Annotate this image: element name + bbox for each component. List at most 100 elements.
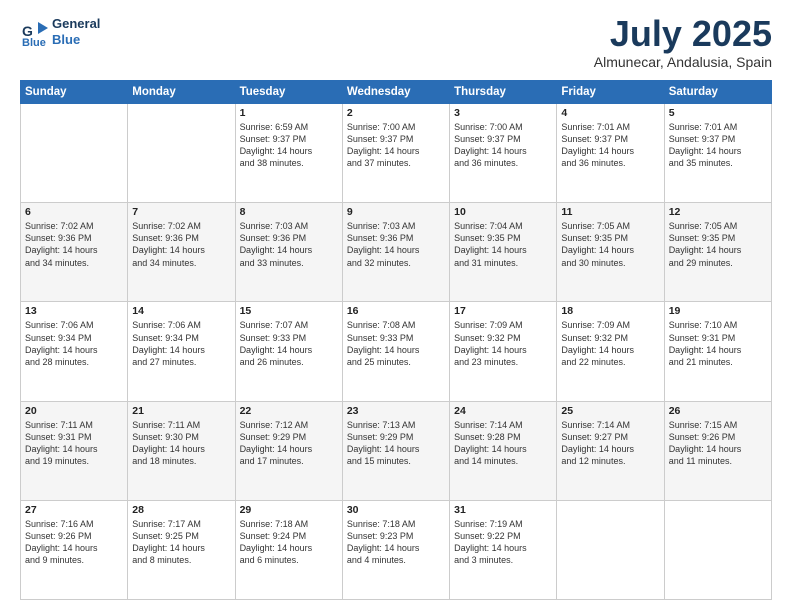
- day-info: Sunrise: 7:11 AM Sunset: 9:31 PM Dayligh…: [25, 419, 123, 468]
- day-number: 23: [347, 405, 445, 417]
- day-cell: 13 Sunrise: 7:06 AM Sunset: 9:34 PM Dayli…: [21, 302, 128, 401]
- day-info: Sunrise: 7:14 AM Sunset: 9:27 PM Dayligh…: [561, 419, 659, 468]
- day-info: Sunrise: 7:09 AM Sunset: 9:32 PM Dayligh…: [454, 319, 552, 368]
- day-cell: 2 Sunrise: 7:00 AM Sunset: 9:37 PM Daylig…: [342, 104, 449, 203]
- day-cell: [128, 104, 235, 203]
- day-cell: 3 Sunrise: 7:00 AM Sunset: 9:37 PM Daylig…: [450, 104, 557, 203]
- day-cell: 26 Sunrise: 7:15 AM Sunset: 9:26 PM Dayli…: [664, 401, 771, 500]
- day-cell: 20Sunrise: 7:11 AM Sunset: 9:31 PM Dayli…: [21, 401, 128, 500]
- week-row-4: 20Sunrise: 7:11 AM Sunset: 9:31 PM Dayli…: [21, 401, 772, 500]
- day-info: Sunrise: 7:15 AM Sunset: 9:26 PM Dayligh…: [669, 419, 767, 468]
- day-info: Sunrise: 7:02 AM Sunset: 9:36 PM Dayligh…: [25, 220, 123, 269]
- col-header-thursday: Thursday: [450, 81, 557, 104]
- day-info: Sunrise: 7:02 AM Sunset: 9:36 PM Dayligh…: [132, 220, 230, 269]
- day-info: Sunrise: 7:06 AM Sunset: 9:34 PM Dayligh…: [132, 319, 230, 368]
- day-cell: 22 Sunrise: 7:12 AM Sunset: 9:29 PM Dayli…: [235, 401, 342, 500]
- day-cell: 5Sunrise: 7:01 AM Sunset: 9:37 PM Daylig…: [664, 104, 771, 203]
- day-number: 25: [561, 405, 659, 417]
- week-row-5: 27 Sunrise: 7:16 AM Sunset: 9:26 PM Dayli…: [21, 500, 772, 599]
- col-header-monday: Monday: [128, 81, 235, 104]
- day-number: 16: [347, 305, 445, 317]
- title-block: July 2025 Almunecar, Andalusia, Spain: [594, 16, 772, 70]
- day-cell: 11 Sunrise: 7:05 AM Sunset: 9:35 PM Dayli…: [557, 203, 664, 302]
- day-cell: 28 Sunrise: 7:17 AM Sunset: 9:25 PM Dayli…: [128, 500, 235, 599]
- week-row-2: 6 Sunrise: 7:02 AM Sunset: 9:36 PM Daylig…: [21, 203, 772, 302]
- day-cell: 18Sunrise: 7:09 AM Sunset: 9:32 PM Dayli…: [557, 302, 664, 401]
- day-number: 10: [454, 206, 552, 218]
- day-cell: [557, 500, 664, 599]
- day-info: Sunrise: 7:04 AM Sunset: 9:35 PM Dayligh…: [454, 220, 552, 269]
- page: G Blue General Blue July 2025 Almunecar,…: [0, 0, 792, 612]
- day-cell: 14Sunrise: 7:06 AM Sunset: 9:34 PM Dayli…: [128, 302, 235, 401]
- day-cell: 27 Sunrise: 7:16 AM Sunset: 9:26 PM Dayli…: [21, 500, 128, 599]
- day-number: 3: [454, 107, 552, 119]
- day-info: Sunrise: 6:59 AM Sunset: 9:37 PM Dayligh…: [240, 121, 338, 170]
- day-cell: [21, 104, 128, 203]
- header: G Blue General Blue July 2025 Almunecar,…: [20, 16, 772, 70]
- day-number: 4: [561, 107, 659, 119]
- logo-text-blue: Blue: [52, 32, 100, 48]
- day-number: 5: [669, 107, 767, 119]
- calendar-header-row: SundayMondayTuesdayWednesdayThursdayFrid…: [21, 81, 772, 104]
- logo-icon: G Blue: [20, 18, 48, 46]
- day-info: Sunrise: 7:19 AM Sunset: 9:22 PM Dayligh…: [454, 518, 552, 567]
- day-cell: 25 Sunrise: 7:14 AM Sunset: 9:27 PM Dayli…: [557, 401, 664, 500]
- day-number: 13: [25, 305, 123, 317]
- day-cell: 30Sunrise: 7:18 AM Sunset: 9:23 PM Dayli…: [342, 500, 449, 599]
- day-number: 9: [347, 206, 445, 218]
- day-info: Sunrise: 7:16 AM Sunset: 9:26 PM Dayligh…: [25, 518, 123, 567]
- day-number: 17: [454, 305, 552, 317]
- day-info: Sunrise: 7:06 AM Sunset: 9:34 PM Dayligh…: [25, 319, 123, 368]
- day-number: 11: [561, 206, 659, 218]
- day-cell: 7 Sunrise: 7:02 AM Sunset: 9:36 PM Daylig…: [128, 203, 235, 302]
- day-info: Sunrise: 7:17 AM Sunset: 9:25 PM Dayligh…: [132, 518, 230, 567]
- col-header-tuesday: Tuesday: [235, 81, 342, 104]
- day-number: 21: [132, 405, 230, 417]
- day-info: Sunrise: 7:01 AM Sunset: 9:37 PM Dayligh…: [561, 121, 659, 170]
- day-info: Sunrise: 7:12 AM Sunset: 9:29 PM Dayligh…: [240, 419, 338, 468]
- day-number: 22: [240, 405, 338, 417]
- day-cell: 9 Sunrise: 7:03 AM Sunset: 9:36 PM Daylig…: [342, 203, 449, 302]
- day-number: 19: [669, 305, 767, 317]
- day-number: 1: [240, 107, 338, 119]
- day-info: Sunrise: 7:18 AM Sunset: 9:24 PM Dayligh…: [240, 518, 338, 567]
- day-number: 2: [347, 107, 445, 119]
- main-title: July 2025: [594, 16, 772, 52]
- day-info: Sunrise: 7:00 AM Sunset: 9:37 PM Dayligh…: [454, 121, 552, 170]
- day-number: 31: [454, 504, 552, 516]
- col-header-sunday: Sunday: [21, 81, 128, 104]
- day-info: Sunrise: 7:08 AM Sunset: 9:33 PM Dayligh…: [347, 319, 445, 368]
- day-info: Sunrise: 7:03 AM Sunset: 9:36 PM Dayligh…: [240, 220, 338, 269]
- day-cell: 23 Sunrise: 7:13 AM Sunset: 9:29 PM Dayli…: [342, 401, 449, 500]
- day-cell: 4 Sunrise: 7:01 AM Sunset: 9:37 PM Daylig…: [557, 104, 664, 203]
- day-number: 6: [25, 206, 123, 218]
- week-row-3: 13 Sunrise: 7:06 AM Sunset: 9:34 PM Dayli…: [21, 302, 772, 401]
- day-info: Sunrise: 7:03 AM Sunset: 9:36 PM Dayligh…: [347, 220, 445, 269]
- day-cell: 19 Sunrise: 7:10 AM Sunset: 9:31 PM Dayli…: [664, 302, 771, 401]
- day-cell: 6 Sunrise: 7:02 AM Sunset: 9:36 PM Daylig…: [21, 203, 128, 302]
- day-info: Sunrise: 7:13 AM Sunset: 9:29 PM Dayligh…: [347, 419, 445, 468]
- day-info: Sunrise: 7:09 AM Sunset: 9:32 PM Dayligh…: [561, 319, 659, 368]
- day-number: 8: [240, 206, 338, 218]
- day-cell: 10 Sunrise: 7:04 AM Sunset: 9:35 PM Dayli…: [450, 203, 557, 302]
- day-cell: 8 Sunrise: 7:03 AM Sunset: 9:36 PM Daylig…: [235, 203, 342, 302]
- day-number: 26: [669, 405, 767, 417]
- day-info: Sunrise: 7:05 AM Sunset: 9:35 PM Dayligh…: [561, 220, 659, 269]
- day-number: 7: [132, 206, 230, 218]
- calendar-table: SundayMondayTuesdayWednesdayThursdayFrid…: [20, 80, 772, 600]
- day-cell: 17 Sunrise: 7:09 AM Sunset: 9:32 PM Dayli…: [450, 302, 557, 401]
- subtitle: Almunecar, Andalusia, Spain: [594, 54, 772, 70]
- col-header-friday: Friday: [557, 81, 664, 104]
- day-info: Sunrise: 7:10 AM Sunset: 9:31 PM Dayligh…: [669, 319, 767, 368]
- col-header-saturday: Saturday: [664, 81, 771, 104]
- day-cell: 16 Sunrise: 7:08 AM Sunset: 9:33 PM Dayli…: [342, 302, 449, 401]
- logo-text-general: General: [52, 16, 100, 32]
- day-cell: [664, 500, 771, 599]
- day-number: 28: [132, 504, 230, 516]
- day-number: 15: [240, 305, 338, 317]
- day-number: 29: [240, 504, 338, 516]
- day-info: Sunrise: 7:07 AM Sunset: 9:33 PM Dayligh…: [240, 319, 338, 368]
- day-cell: 21Sunrise: 7:11 AM Sunset: 9:30 PM Dayli…: [128, 401, 235, 500]
- day-number: 27: [25, 504, 123, 516]
- day-info: Sunrise: 7:00 AM Sunset: 9:37 PM Dayligh…: [347, 121, 445, 170]
